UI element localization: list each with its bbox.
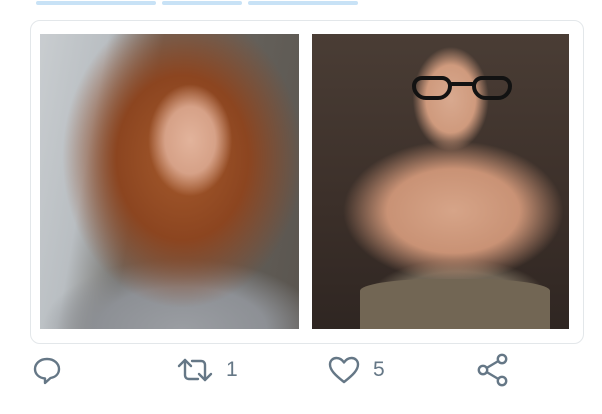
share-button[interactable] — [476, 348, 510, 392]
like-count: 5 — [373, 358, 385, 381]
clothing-shape — [360, 279, 550, 329]
share-nodes-icon — [476, 353, 510, 387]
retweet-arrows-icon — [176, 355, 214, 385]
cropped-link-text[interactable] — [36, 0, 396, 5]
like-button[interactable]: 5 — [327, 348, 385, 392]
retweet-button[interactable]: 1 — [176, 348, 238, 392]
tweet-action-bar: 1 5 — [0, 348, 602, 392]
retweet-count: 1 — [226, 358, 238, 381]
photo-left[interactable] — [40, 34, 299, 329]
tweet-media-card[interactable] — [30, 20, 584, 344]
speech-bubble-icon — [32, 355, 62, 385]
heart-icon — [327, 355, 361, 385]
tweet-view: 1 5 — [0, 0, 602, 414]
photo-right[interactable] — [312, 34, 569, 329]
reply-button[interactable] — [32, 348, 62, 392]
glasses-shape — [412, 76, 516, 102]
